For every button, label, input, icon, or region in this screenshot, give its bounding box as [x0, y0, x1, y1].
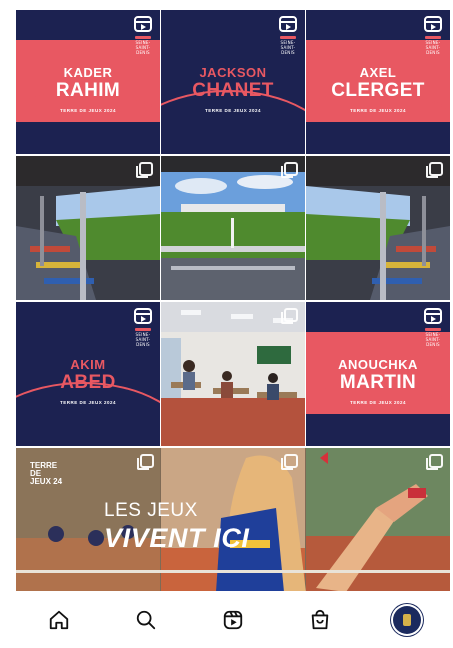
nav-shop[interactable]	[300, 600, 340, 640]
seine-saint-denis-logo: SEINE-SAINT-DENIS	[277, 36, 299, 55]
reels-icon	[223, 610, 243, 629]
athlete-name: JACKSON CHANET	[161, 66, 305, 100]
banner-headline-line2: VIVENT ICI	[104, 523, 250, 553]
banner-headline-line1: LES JEUX	[104, 500, 198, 521]
athlete-last-name: ABED	[60, 372, 116, 393]
carousel-icon	[281, 308, 298, 324]
post-tile-akim-abed[interactable]: SEINE-SAINT-DENIS AKIM ABED TERRE DE JEU…	[16, 302, 160, 446]
athlete-last-name: MARTIN	[339, 372, 417, 393]
post-grid: SEINE-SAINT-DENIS KADER RAHIM TERRE DE J…	[16, 10, 450, 592]
seine-saint-denis-logo: SEINE-SAINT-DENIS	[132, 36, 154, 55]
athlete-last-name: RAHIM	[55, 80, 121, 101]
home-icon	[50, 610, 69, 629]
athlete-name: AKIM ABED	[16, 358, 160, 392]
terre-de-jeux-tagline: TERRE DE JEUX 2024	[349, 108, 407, 113]
post-tile-anouchka-martin[interactable]: SEINE-SAINT-DENIS ANOUCHKA MARTIN TERRE …	[306, 302, 450, 446]
terre-de-jeux-tagline: TERRE DE JEUX 2024	[349, 400, 407, 405]
athlete-first-name: ANOUCHKA	[338, 357, 418, 372]
post-tile-stadium-right[interactable]	[306, 156, 450, 300]
carousel-icon	[426, 454, 443, 470]
nav-profile[interactable]	[387, 600, 427, 640]
athlete-first-name: JACKSON	[199, 65, 267, 80]
profile-avatar	[392, 605, 421, 634]
carousel-icon	[281, 162, 298, 178]
seine-saint-denis-logo: SEINE-SAINT-DENIS	[422, 36, 444, 55]
carousel-icon	[137, 454, 154, 470]
athlete-first-name: AXEL	[359, 65, 397, 80]
athlete-last-name: CHANET	[192, 80, 274, 101]
reel-icon	[424, 308, 442, 324]
athlete-name: ANOUCHKA MARTIN	[306, 358, 450, 392]
nav-home[interactable]	[39, 600, 79, 640]
post-tile-classroom[interactable]	[161, 302, 305, 446]
reel-icon	[424, 16, 442, 32]
athlete-first-name: AKIM	[70, 357, 106, 372]
post-tile-kader-rahim[interactable]: SEINE-SAINT-DENIS KADER RAHIM TERRE DE J…	[16, 10, 160, 154]
shop-icon	[311, 609, 329, 629]
athlete-name: AXEL CLERGET	[306, 66, 450, 100]
reel-icon	[134, 308, 152, 324]
athlete-last-name: CLERGET	[331, 80, 425, 101]
post-tile-axel-clerget[interactable]: SEINE-SAINT-DENIS AXEL CLERGET TERRE DE …	[306, 10, 450, 154]
seine-saint-denis-logo: SEINE-SAINT-DENIS	[422, 328, 444, 347]
post-tile-stadium-left[interactable]	[16, 156, 160, 300]
terre-de-jeux-tagline: TERRE DE JEUX 2024	[204, 108, 262, 113]
reel-icon	[134, 16, 152, 32]
post-tile-stadium-center[interactable]	[161, 156, 305, 300]
nav-search[interactable]	[126, 600, 166, 640]
post-tile-jackson-chanet[interactable]: SEINE-SAINT-DENIS JACKSON CHANET TERRE D…	[161, 10, 305, 154]
carousel-icon	[426, 162, 443, 178]
carousel-icon	[136, 162, 153, 178]
terre-de-jeux-tagline: TERRE DE JEUX 2024	[59, 108, 117, 113]
carousel-icon	[281, 454, 298, 470]
nav-reels[interactable]	[213, 600, 253, 640]
athlete-name: KADER RAHIM	[16, 66, 160, 100]
terre-de-jeux-tagline: TERRE DE JEUX 2024	[59, 400, 117, 405]
reel-icon	[279, 16, 297, 32]
bottom-navigation	[16, 591, 450, 648]
athlete-first-name: KADER	[63, 65, 113, 80]
terre-de-jeux-logo: TERRE DE JEUX 24	[30, 461, 63, 486]
search-icon	[137, 610, 156, 629]
instagram-profile-grid-screen: SEINE-SAINT-DENIS KADER RAHIM TERRE DE J…	[0, 0, 453, 648]
seine-saint-denis-logo: SEINE-SAINT-DENIS	[132, 328, 154, 347]
banner-headline: LES JEUX VIVENT ICI	[104, 500, 250, 554]
post-tile-les-jeux-vivent-ici[interactable]: TERRE DE JEUX 24 LES JEUX VIVENT ICI	[16, 448, 450, 592]
